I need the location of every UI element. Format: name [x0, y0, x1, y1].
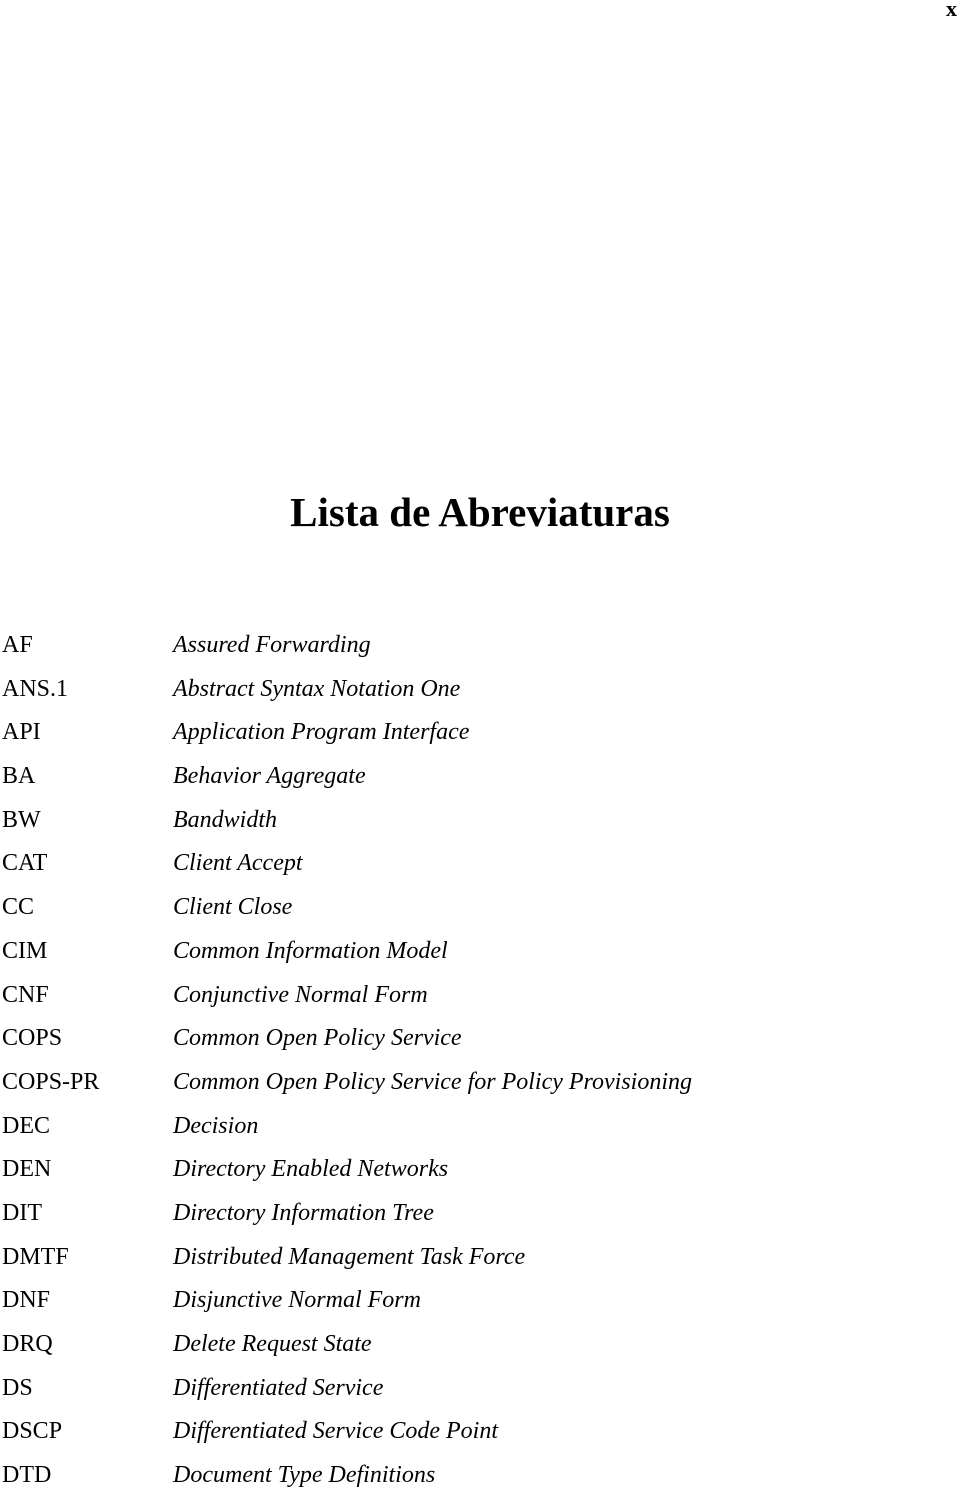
abbreviation-row: COPS-PR Common Open Policy Service for Po…: [0, 1061, 960, 1105]
abbreviation-list: AF Assured Forwarding ANS.1 Abstract Synta…: [0, 624, 960, 1498]
abbreviation-term: CNF: [2, 981, 49, 1008]
abbreviation-term: BW: [2, 806, 41, 833]
abbreviation-definition: Decision: [173, 1112, 259, 1139]
abbreviation-term: COPS: [2, 1025, 63, 1052]
abbreviation-definition: Differentiated Service: [173, 1374, 384, 1401]
abbreviation-row: DEN Directory Enabled Networks: [0, 1148, 960, 1192]
abbreviation-term: API: [2, 719, 41, 746]
abbreviation-row: DSCP Differentiated Service Code Point: [0, 1410, 960, 1454]
abbreviation-definition: Conjunctive Normal Form: [173, 981, 428, 1008]
abbreviation-definition: Bandwidth: [173, 806, 278, 833]
abbreviation-definition: Directory Information Tree: [173, 1199, 434, 1226]
abbreviation-definition: Client Accept: [173, 850, 303, 877]
abbreviation-definition: Abstract Syntax Notation One: [173, 675, 461, 702]
abbreviation-row: CNF Conjunctive Normal Form: [0, 974, 960, 1018]
abbreviation-definition: Common Open Policy Service for Policy Pr…: [173, 1068, 692, 1095]
abbreviation-term: DTD: [2, 1462, 52, 1489]
abbreviation-row: CIM Common Information Model: [0, 930, 960, 974]
abbreviation-term: DMTF: [2, 1243, 69, 1270]
abbreviation-row: ANS.1 Abstract Syntax Notation One: [0, 668, 960, 712]
abbreviation-term: DSCP: [2, 1418, 63, 1445]
abbreviation-term: CC: [2, 894, 35, 921]
abbreviation-term: COPS-PR: [2, 1068, 100, 1095]
abbreviation-definition: Document Type Definitions: [173, 1462, 436, 1489]
abbreviation-term: DS: [2, 1374, 33, 1401]
abbreviation-term: BA: [2, 763, 36, 790]
page-number: x: [946, 0, 957, 21]
abbreviation-row: DIT Directory Information Tree: [0, 1192, 960, 1236]
abbreviation-definition: Assured Forwarding: [173, 632, 371, 658]
abbreviation-row: DTD Document Type Definitions: [0, 1454, 960, 1498]
abbreviation-row: API Application Program Interface: [0, 711, 960, 755]
abbreviation-definition: Differentiated Service Code Point: [173, 1418, 499, 1445]
abbreviation-term: CAT: [2, 850, 48, 877]
abbreviation-term: ANS.1: [2, 675, 69, 702]
abbreviation-row: CC Client Close: [0, 886, 960, 930]
abbreviation-definition: Common Open Policy Service: [173, 1025, 462, 1052]
abbreviation-row: DS Differentiated Service: [0, 1367, 960, 1411]
abbreviation-term: DNF: [2, 1287, 51, 1314]
abbreviation-row: CAT Client Accept: [0, 842, 960, 886]
abbreviation-term: DEC: [2, 1112, 50, 1139]
abbreviation-row: AF Assured Forwarding: [0, 624, 960, 668]
abbreviation-row: BW Bandwidth: [0, 799, 960, 843]
abbreviation-row: DRQ Delete Request State: [0, 1323, 960, 1367]
abbreviation-definition: Behavior Aggregate: [173, 763, 366, 790]
page-title: Lista de Abreviaturas: [290, 489, 670, 535]
abbreviation-definition: Application Program Interface: [173, 719, 470, 746]
abbreviation-definition: Delete Request State: [173, 1331, 372, 1357]
abbreviation-definition: Disjunctive Normal Form: [173, 1287, 421, 1314]
abbreviation-term: CIM: [2, 937, 48, 964]
abbreviation-term: DRQ: [2, 1331, 53, 1357]
abbreviation-definition: Client Close: [173, 894, 293, 921]
abbreviation-row: DNF Disjunctive Normal Form: [0, 1279, 960, 1323]
abbreviation-row: BA Behavior Aggregate: [0, 755, 960, 799]
abbreviation-definition: Directory Enabled Networks: [173, 1156, 449, 1183]
abbreviation-term: AF: [2, 632, 33, 658]
abbreviation-row: DMTF Distributed Management Task Force: [0, 1236, 960, 1280]
abbreviation-row: DEC Decision: [0, 1105, 960, 1149]
abbreviation-term: DIT: [2, 1199, 42, 1226]
abbreviation-definition: Common Information Model: [173, 937, 448, 964]
abbreviation-row: COPS Common Open Policy Service: [0, 1017, 960, 1061]
abbreviation-term: DEN: [2, 1156, 52, 1183]
abbreviation-definition: Distributed Management Task Force: [173, 1243, 526, 1270]
